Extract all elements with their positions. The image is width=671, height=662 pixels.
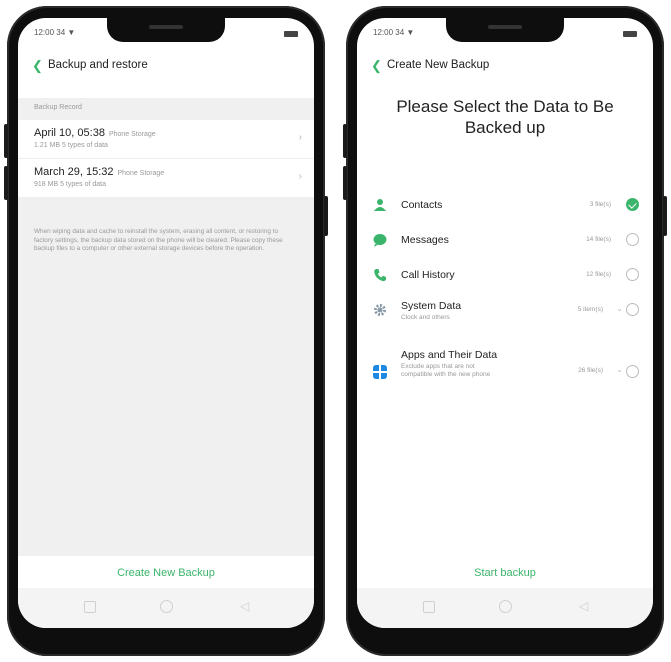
item-count: 14 file(s): [586, 236, 611, 243]
power-button: [663, 196, 667, 236]
page-title: Backup and restore: [48, 59, 148, 71]
home-icon[interactable]: [499, 600, 512, 613]
content-area: Backup Record April 10, 05:38 Phone Stora…: [18, 98, 314, 556]
record-detail: 918 MB 5 types of data: [34, 181, 106, 188]
item-subtitle: Exclude apps that are not compatible wit…: [401, 363, 491, 378]
backup-record-item[interactable]: April 10, 05:38 Phone Storage 1.21 MB 5 t…: [18, 120, 314, 159]
header: ❮ Backup and restore: [32, 56, 300, 76]
battery-icon: [284, 31, 298, 37]
item-count: 26 file(s): [578, 367, 603, 374]
messages-icon: [373, 234, 387, 247]
call-history-icon: [374, 269, 386, 282]
apps-grid-icon: [373, 365, 387, 379]
status-time: 12:00 34 ▼: [373, 28, 415, 37]
item-label: Contacts: [401, 199, 443, 211]
screen-create-backup: 12:00 34 ▼ ❮ Create New Backup Please Se…: [357, 18, 653, 628]
checkbox-unchecked[interactable]: [626, 303, 639, 316]
data-item-contacts[interactable]: Contacts 3 file(s): [357, 190, 653, 224]
power-button: [324, 196, 328, 236]
item-count: 12 file(s): [586, 271, 611, 278]
chevron-right-icon: ›: [298, 132, 302, 143]
record-date-text: March 29, 15:32: [34, 166, 114, 178]
status-bar: 12:00 34 ▼: [34, 28, 298, 40]
phone-right: 12:00 34 ▼ ❮ Create New Backup Please Se…: [343, 6, 667, 656]
item-subtitle: Clock and others: [401, 314, 450, 321]
recent-apps-icon[interactable]: [423, 601, 435, 613]
backup-record-list: April 10, 05:38 Phone Storage 1.21 MB 5 t…: [18, 120, 314, 198]
status-bar: 12:00 34 ▼: [373, 28, 637, 40]
create-new-backup-button[interactable]: Create New Backup: [18, 558, 314, 588]
section-label: Backup Record: [34, 104, 82, 111]
contacts-icon: [374, 199, 386, 211]
checkbox-unchecked[interactable]: [626, 233, 639, 246]
item-label: System Data: [401, 300, 462, 312]
checkbox-unchecked[interactable]: [626, 268, 639, 281]
home-icon[interactable]: [160, 600, 173, 613]
record-storage: Phone Storage: [117, 170, 165, 177]
record-date-text: April 10, 05:38: [34, 127, 105, 139]
screen-backup-restore: 12:00 34 ▼ ❮ Backup and restore Backup R…: [18, 18, 314, 628]
item-count: 5 item(s): [577, 306, 603, 313]
back-nav-icon[interactable]: ◁: [240, 599, 249, 613]
back-arrow-icon[interactable]: ❮: [32, 58, 43, 74]
record-storage: Phone Storage: [108, 131, 156, 138]
record-date: April 10, 05:38 Phone Storage: [34, 127, 156, 139]
volume-down-button: [343, 166, 347, 200]
battery-icon: [623, 31, 637, 37]
item-label: Call History: [401, 269, 455, 281]
select-data-heading: Please Select the Data to Be Backed up: [396, 97, 614, 137]
chevron-down-icon[interactable]: ⌄: [616, 304, 623, 313]
volume-down-button: [4, 166, 8, 200]
header: ❮ Create New Backup: [371, 56, 639, 76]
data-item-apps[interactable]: Apps and Their Data Exclude apps that ar…: [357, 343, 653, 403]
checkbox-unchecked[interactable]: [626, 365, 639, 378]
record-date: March 29, 15:32 Phone Storage: [34, 166, 164, 178]
back-arrow-icon[interactable]: ❮: [371, 58, 382, 74]
volume-up-button: [343, 124, 347, 158]
checkbox-checked[interactable]: [626, 198, 639, 211]
backup-record-item[interactable]: March 29, 15:32 Phone Storage 918 MB 5 ty…: [18, 159, 314, 198]
data-item-messages[interactable]: Messages 14 file(s): [357, 225, 653, 259]
record-detail: 1.21 MB 5 types of data: [34, 142, 108, 149]
recent-apps-icon[interactable]: [84, 601, 96, 613]
chevron-down-icon[interactable]: ⌄: [616, 365, 623, 374]
navigation-bar: ◁: [18, 588, 314, 628]
chevron-right-icon: ›: [298, 171, 302, 182]
system-gear-icon: [374, 304, 386, 316]
start-backup-button[interactable]: Start backup: [357, 558, 653, 588]
item-count: 3 file(s): [589, 201, 611, 208]
status-time: 12:00 34 ▼: [34, 28, 76, 37]
back-nav-icon[interactable]: ◁: [579, 599, 588, 613]
backup-warning-note: When wiping data and cache to reinstall …: [34, 228, 283, 252]
item-label: Apps and Their Data: [401, 349, 498, 361]
page-title: Create New Backup: [387, 59, 490, 71]
data-item-system-data[interactable]: System Data Clock and others 5 item(s) ⌄: [357, 295, 653, 337]
navigation-bar: ◁: [357, 588, 653, 628]
volume-up-button: [4, 124, 8, 158]
phone-left: 12:00 34 ▼ ❮ Backup and restore Backup R…: [4, 6, 328, 656]
item-label: Messages: [401, 234, 449, 246]
data-item-call-history[interactable]: Call History 12 file(s): [357, 260, 653, 294]
